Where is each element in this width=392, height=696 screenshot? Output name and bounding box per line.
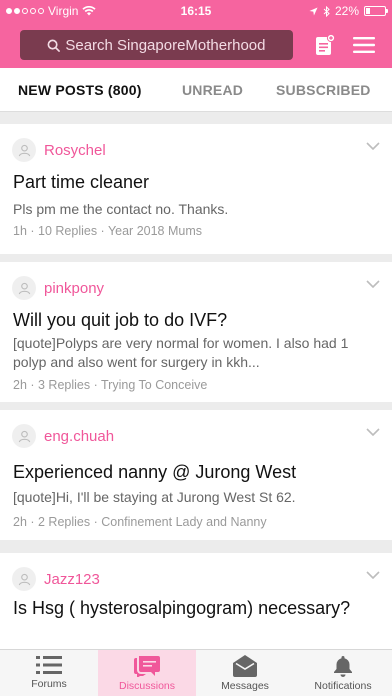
- user-icon: [18, 573, 30, 585]
- post-excerpt: [quote]Hi, I'll be staying at Jurong Wes…: [13, 489, 296, 505]
- app-header: Search SingaporeMotherhood: [0, 22, 392, 68]
- nav-messages[interactable]: Messages: [196, 650, 294, 696]
- nav-notifications-label: Notifications: [314, 680, 372, 692]
- list-icon: [36, 656, 62, 674]
- chevron-down-icon[interactable]: [366, 571, 380, 579]
- envelope-icon: [233, 655, 257, 677]
- status-right: 22%: [309, 4, 388, 18]
- battery-icon: [364, 6, 388, 16]
- battery-percent: 22%: [334, 4, 359, 18]
- chat-icon: [134, 656, 160, 677]
- status-bar: Virgin 16:15 22%: [0, 0, 392, 22]
- chevron-down-icon[interactable]: [366, 428, 380, 436]
- post-author[interactable]: Jazz123: [44, 571, 100, 588]
- search-bar[interactable]: Search SingaporeMotherhood: [20, 30, 293, 60]
- post-meta: 1h · 10 Replies · Year 2018 Mums: [13, 224, 202, 238]
- avatar: [12, 424, 36, 448]
- wifi-icon: [82, 6, 97, 16]
- nav-discussions[interactable]: Discussions: [98, 650, 196, 696]
- user-icon: [18, 430, 30, 442]
- tab-subscribed[interactable]: SUBSCRIBED: [276, 82, 371, 98]
- avatar: [12, 138, 36, 162]
- user-icon: [18, 144, 30, 156]
- status-left: Virgin: [6, 4, 97, 18]
- carrier-name: Virgin: [48, 4, 79, 18]
- post-title: Will you quit job to do IVF?: [13, 310, 228, 330]
- post-card[interactable]: eng.chuah Experienced nanny @ Jurong Wes…: [0, 410, 392, 540]
- post-author-row: Rosychel: [12, 138, 106, 162]
- post-author-row: pinkpony: [12, 276, 104, 300]
- post-author[interactable]: eng.chuah: [44, 428, 114, 445]
- chevron-down-icon[interactable]: [366, 142, 380, 150]
- post-meta: 2h · 3 Replies · Trying To Conceive: [13, 378, 208, 392]
- post-card[interactable]: Rosychel Part time cleaner Pls pm me the…: [0, 124, 392, 254]
- compose-icon: [315, 34, 335, 55]
- post-card[interactable]: Jazz123 Is Hsg ( hysterosalpingogram) ne…: [0, 553, 392, 653]
- post-author-row: eng.chuah: [12, 424, 114, 448]
- post-excerpt: Pls pm me the contact no. Thanks.: [13, 201, 229, 217]
- post-tabs: NEW POSTS (800) UNREAD SUBSCRIBED: [0, 68, 392, 112]
- post-title: Is Hsg ( hysterosalpingogram) necessary?: [13, 598, 351, 618]
- nav-discussions-label: Discussions: [118, 680, 176, 692]
- bluetooth-icon: [323, 5, 330, 17]
- search-placeholder: Search SingaporeMotherhood: [65, 36, 266, 54]
- post-author[interactable]: pinkpony: [44, 280, 104, 297]
- post-meta: 2h · 2 Replies · Confinement Lady and Na…: [13, 515, 267, 529]
- signal-strength-icon: [6, 8, 44, 14]
- tab-new-posts[interactable]: NEW POSTS (800): [18, 82, 142, 98]
- compose-button[interactable]: [307, 27, 343, 63]
- post-author[interactable]: Rosychel: [44, 142, 106, 159]
- menu-button[interactable]: [346, 27, 382, 63]
- bottom-navigation: Forums Discussions Messages Notification…: [0, 649, 392, 696]
- user-icon: [18, 282, 30, 294]
- bell-icon: [334, 656, 352, 677]
- tab-unread[interactable]: UNREAD: [182, 82, 243, 98]
- nav-forums-label: Forums: [31, 678, 67, 690]
- post-excerpt: [quote]Polyps are very normal for women.…: [13, 335, 349, 370]
- post-author-row: Jazz123: [12, 567, 100, 591]
- nav-notifications[interactable]: Notifications: [294, 650, 392, 696]
- chevron-down-icon[interactable]: [366, 280, 380, 288]
- post-card[interactable]: pinkpony Will you quit job to do IVF? [q…: [0, 262, 392, 402]
- location-arrow-icon: [309, 6, 318, 16]
- post-title: Experienced nanny @ Jurong West: [13, 462, 297, 482]
- nav-forums[interactable]: Forums: [0, 650, 98, 696]
- post-title: Part time cleaner: [13, 172, 150, 192]
- battery-level: [366, 8, 370, 14]
- nav-messages-label: Messages: [221, 680, 269, 692]
- hamburger-menu-icon: [353, 37, 376, 53]
- avatar: [12, 276, 36, 300]
- app-root: Virgin 16:15 22% Search SingaporeMotherh…: [0, 0, 392, 696]
- avatar: [12, 567, 36, 591]
- search-icon: [47, 39, 61, 52]
